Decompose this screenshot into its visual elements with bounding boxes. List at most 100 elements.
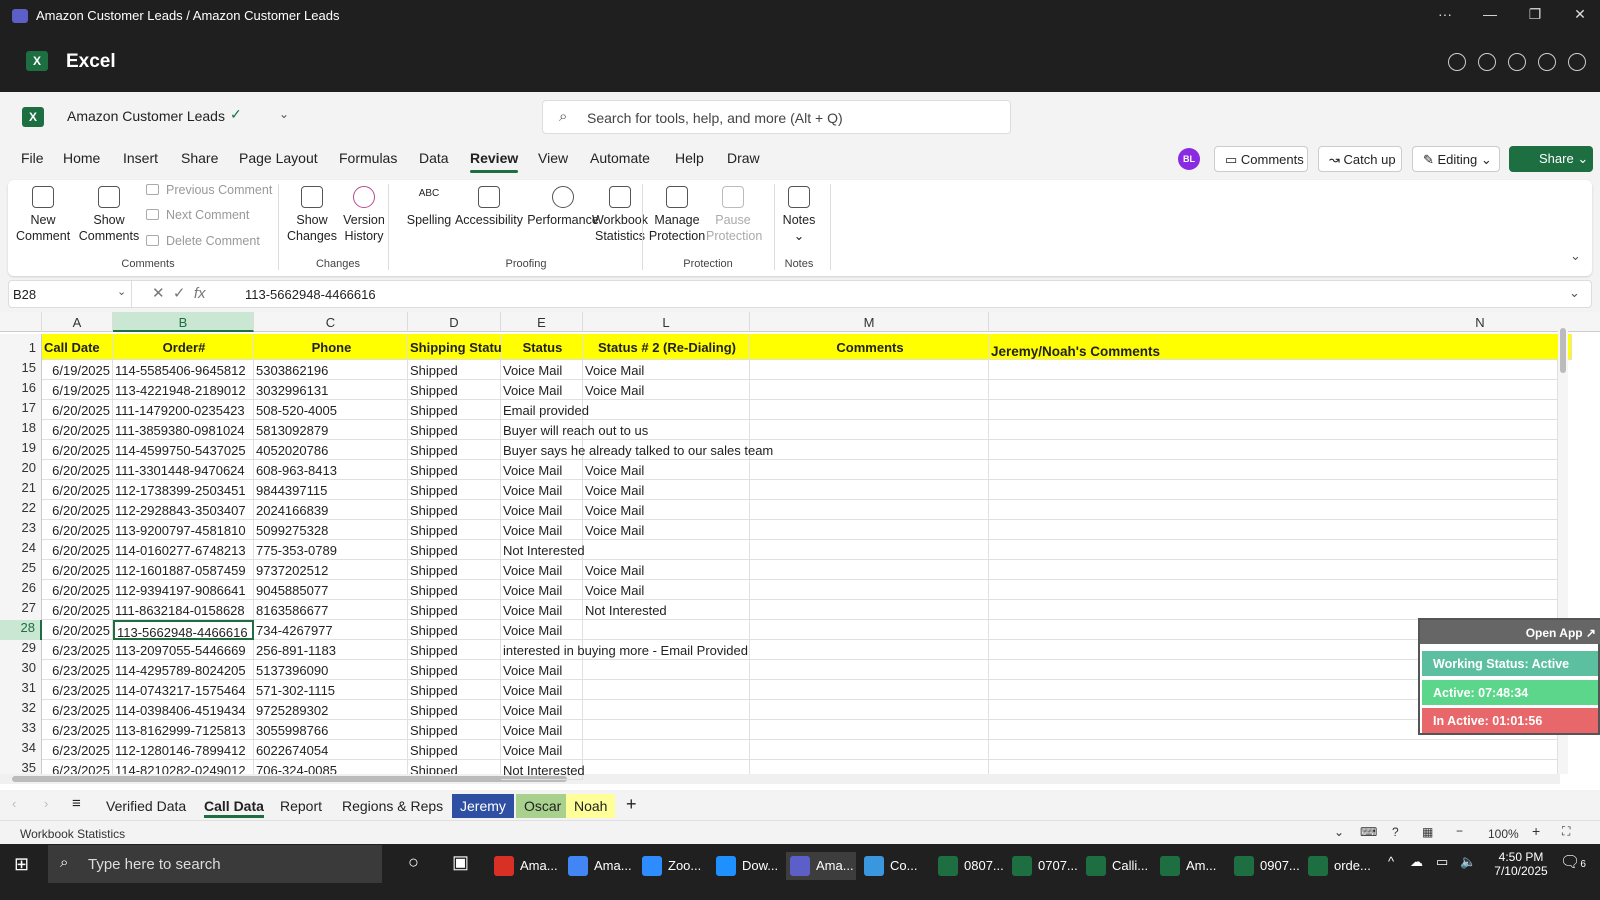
cell-e[interactable]: Email provided bbox=[501, 400, 589, 420]
cell-l[interactable]: Voice Mail bbox=[583, 460, 750, 480]
cell-l[interactable]: Voice Mail bbox=[583, 360, 750, 380]
fullscreen-icon[interactable]: ⛶ bbox=[1562, 824, 1570, 839]
cell-m[interactable] bbox=[750, 460, 989, 480]
expand-formula-icon[interactable]: ⌄ bbox=[1569, 285, 1580, 301]
cell-m[interactable] bbox=[750, 680, 989, 700]
cell-d[interactable]: Shipped bbox=[408, 460, 501, 480]
cell-b[interactable]: 112-1280146-7899412 bbox=[113, 740, 254, 760]
cell-a[interactable]: 6/19/2025 bbox=[42, 360, 113, 380]
notification-icon[interactable]: 🗨6 bbox=[1560, 852, 1586, 872]
cell-c[interactable]: 9045885077 bbox=[254, 580, 408, 600]
row-header[interactable]: 23 bbox=[0, 520, 42, 540]
zoom-out-icon[interactable]: − bbox=[1456, 824, 1463, 838]
cell-d[interactable]: Shipped bbox=[408, 400, 501, 420]
row-header[interactable]: 17 bbox=[0, 400, 42, 420]
cell-e[interactable]: Voice Mail bbox=[501, 580, 583, 600]
cell-m[interactable] bbox=[750, 420, 989, 440]
next-sheet-icon[interactable]: › bbox=[44, 796, 48, 811]
cell-m[interactable] bbox=[750, 380, 989, 400]
cell-e[interactable]: Voice Mail bbox=[501, 660, 583, 680]
cell-n[interactable] bbox=[989, 500, 1558, 520]
cell-e[interactable]: Voice Mail bbox=[501, 380, 583, 400]
volume-icon[interactable]: 🔈 bbox=[1460, 854, 1476, 870]
row-header[interactable]: 16 bbox=[0, 380, 42, 400]
cell-c[interactable]: 9725289302 bbox=[254, 700, 408, 720]
taskbar-app[interactable]: 0707... bbox=[1008, 852, 1078, 880]
prev-sheet-icon[interactable]: ‹ bbox=[12, 796, 16, 811]
cell-m[interactable] bbox=[750, 660, 989, 680]
cell-b[interactable]: 112-1601887-0587459 bbox=[113, 560, 254, 580]
cell-b[interactable]: 114-4599750-5437025 bbox=[113, 440, 254, 460]
tab-insert[interactable]: Insert bbox=[123, 150, 158, 166]
select-all-corner[interactable] bbox=[0, 312, 42, 332]
cell-n[interactable] bbox=[989, 360, 1558, 380]
cell-a[interactable]: 6/20/2025 bbox=[42, 600, 113, 620]
row-header[interactable]: 25 bbox=[0, 560, 42, 580]
cell-a[interactable]: 6/20/2025 bbox=[42, 440, 113, 460]
cell-a[interactable]: 6/20/2025 bbox=[42, 480, 113, 500]
cell-d[interactable]: Shipped bbox=[408, 440, 501, 460]
cell-c[interactable]: 256-891-1183 bbox=[254, 640, 408, 660]
cell-n[interactable] bbox=[989, 560, 1558, 580]
cell-m[interactable] bbox=[750, 440, 989, 460]
cell-e[interactable]: Voice Mail bbox=[501, 720, 583, 740]
view-icon[interactable]: ▦ bbox=[1422, 825, 1433, 839]
cell-b[interactable]: 112-9394197-9086641 bbox=[113, 580, 254, 600]
manage-protection-button[interactable]: Manage Protection bbox=[648, 186, 706, 244]
header-order[interactable]: Order# bbox=[113, 334, 254, 360]
cell-c[interactable]: 508-520-4005 bbox=[254, 400, 408, 420]
cell-n[interactable] bbox=[989, 460, 1558, 480]
taskbar-app[interactable]: 0807... bbox=[934, 852, 1004, 880]
network-icon[interactable]: ▭ bbox=[1436, 854, 1448, 870]
zoom-level[interactable]: 100% bbox=[1488, 827, 1519, 841]
cell-a[interactable]: 6/20/2025 bbox=[42, 580, 113, 600]
refresh-icon[interactable] bbox=[1478, 53, 1496, 71]
tray-chevron-icon[interactable]: ^ bbox=[1388, 854, 1394, 869]
minimize-button[interactable]: — bbox=[1475, 6, 1505, 22]
header-call-date[interactable]: Call Date bbox=[42, 334, 113, 360]
search-box[interactable]: ⌕ Search for tools, help, and more (Alt … bbox=[542, 100, 1011, 134]
cell-c[interactable]: 608-963-8413 bbox=[254, 460, 408, 480]
row-header[interactable]: 15 bbox=[0, 360, 42, 380]
taskbar-app[interactable]: Calli... bbox=[1082, 852, 1152, 880]
cell-a[interactable]: 6/23/2025 bbox=[42, 720, 113, 740]
header-shipping-status[interactable]: Shipping Status bbox=[408, 334, 509, 360]
previous-comment-button[interactable]: Previous Comment bbox=[146, 183, 272, 197]
cell-b[interactable]: 113-8162999-7125813 bbox=[113, 720, 254, 740]
cell-m[interactable] bbox=[750, 560, 989, 580]
row-header[interactable]: 1 bbox=[0, 334, 42, 360]
cell-l[interactable] bbox=[583, 720, 750, 740]
cell-a[interactable]: 6/20/2025 bbox=[42, 460, 113, 480]
cell-m[interactable] bbox=[750, 740, 989, 760]
header-phone[interactable]: Phone bbox=[254, 334, 408, 360]
cell-m[interactable] bbox=[750, 500, 989, 520]
show-changes-button[interactable]: Show Changes bbox=[286, 186, 338, 244]
cell-n[interactable] bbox=[989, 440, 1558, 460]
cell-e[interactable]: Voice Mail bbox=[501, 480, 583, 500]
cell-e[interactable]: Voice Mail bbox=[501, 680, 583, 700]
cell-b[interactable]: 114-5585406-9645812 bbox=[113, 360, 254, 380]
cell-d[interactable]: Shipped bbox=[408, 560, 501, 580]
cell-m[interactable] bbox=[750, 700, 989, 720]
header-status-2[interactable]: Status # 2 (Re-Dialing) bbox=[583, 334, 750, 360]
cell-n[interactable] bbox=[989, 480, 1558, 500]
formula-input[interactable]: 113-5662948-4466616 bbox=[245, 287, 376, 302]
close-button[interactable]: ✕ bbox=[1565, 6, 1595, 23]
row-header[interactable]: 34 bbox=[0, 740, 42, 760]
cell-e[interactable]: Voice Mail bbox=[501, 520, 583, 540]
taskbar-app[interactable]: Ama... bbox=[490, 852, 560, 880]
cell-n[interactable] bbox=[989, 380, 1558, 400]
cell-d[interactable]: Shipped bbox=[408, 620, 501, 640]
horizontal-scrollbar[interactable] bbox=[0, 774, 1560, 784]
cell-b[interactable]: 112-2928843-3503407 bbox=[113, 500, 254, 520]
cell-c[interactable]: 5099275328 bbox=[254, 520, 408, 540]
cell-n[interactable] bbox=[989, 520, 1558, 540]
sheet-tab[interactable]: Report bbox=[272, 794, 330, 818]
row-header[interactable]: 31 bbox=[0, 680, 42, 700]
cell-c[interactable]: 2024166839 bbox=[254, 500, 408, 520]
chevron-down-icon[interactable]: ⌄ bbox=[279, 107, 289, 121]
collapse-ribbon-icon[interactable]: ⌄ bbox=[1570, 248, 1581, 264]
cell-d[interactable]: Shipped bbox=[408, 660, 501, 680]
new-comment-button[interactable]: New Comment bbox=[16, 186, 70, 244]
cell-l[interactable] bbox=[583, 540, 750, 560]
